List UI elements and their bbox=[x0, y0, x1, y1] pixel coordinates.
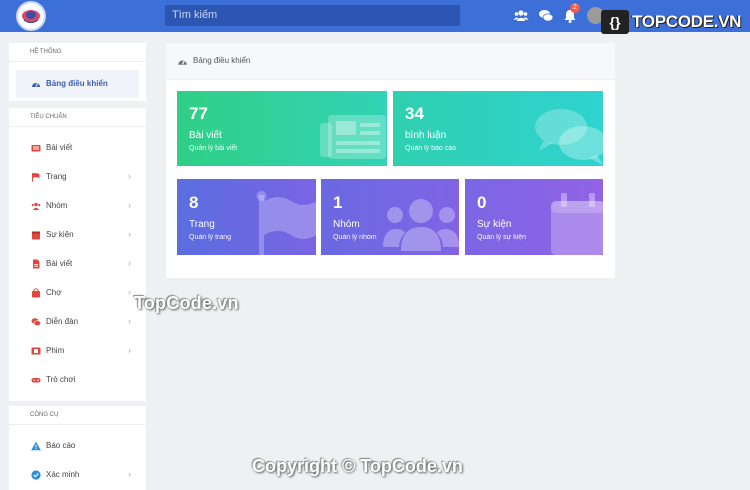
topcode-brand-logo: {} TOPCODE.VN bbox=[601, 10, 741, 34]
stat-sub-link[interactable]: Quản lý sự kiện bbox=[477, 234, 526, 241]
sidebar-item-label: Chợ bbox=[46, 288, 62, 297]
sidebar-item-label: Báo cáo bbox=[46, 441, 76, 450]
chevron-right-icon: › bbox=[128, 345, 131, 355]
sidebar-section-title: HỆ THỐNG bbox=[9, 43, 146, 62]
calendar-icon bbox=[551, 193, 603, 255]
sidebar-item-movies[interactable]: Phim › bbox=[9, 337, 146, 365]
brand-text: TOPCODE.VN bbox=[632, 12, 742, 31]
chevron-right-icon: › bbox=[128, 200, 131, 210]
copyright-watermark: Copyright © TopCode.vn bbox=[252, 456, 463, 476]
sidebar-item-label: Bài viết bbox=[46, 259, 73, 268]
stat-number: 0 bbox=[477, 193, 487, 212]
users-icon[interactable] bbox=[513, 8, 529, 24]
check-circle-icon bbox=[31, 470, 41, 480]
flag-icon bbox=[32, 173, 40, 182]
stat-sub-link[interactable]: Quản lý nhóm bbox=[333, 234, 377, 241]
search-input[interactable] bbox=[165, 5, 460, 26]
stat-label: Bài viết bbox=[189, 130, 222, 141]
users-icon bbox=[383, 199, 459, 251]
newspaper-icon bbox=[320, 115, 386, 159]
warning-icon bbox=[31, 441, 41, 451]
sidebar-item-groups[interactable]: Nhóm › bbox=[9, 192, 146, 220]
stat-sub-link[interactable]: Quản lý bài viết bbox=[189, 145, 237, 152]
stat-label: Trang bbox=[189, 219, 215, 230]
sidebar-item-articles[interactable]: Bài viết › bbox=[9, 250, 146, 278]
users-icon bbox=[31, 202, 41, 210]
chevron-right-icon: › bbox=[128, 316, 131, 326]
comments-icon bbox=[535, 109, 603, 165]
sidebar-item-label: Bài viết bbox=[46, 143, 73, 152]
notification-badge: 2 bbox=[570, 3, 580, 13]
gamepad-icon bbox=[31, 378, 41, 383]
calendar-icon bbox=[32, 231, 40, 240]
sidebar-item-forums[interactable]: Diễn đàn › bbox=[9, 308, 146, 336]
stat-card-groups[interactable]: 1 Nhóm Quản lý nhóm bbox=[321, 179, 459, 255]
stat-card-posts[interactable]: 77 Bài viết Quản lý bài viết bbox=[177, 91, 387, 166]
stat-sub-link[interactable]: Quản lý báo cáo bbox=[405, 145, 456, 152]
flag-icon bbox=[256, 191, 316, 255]
stat-card-events[interactable]: 0 Sự kiện Quản lý sự kiện bbox=[465, 179, 603, 255]
sidebar-section-title: TIÊU CHUẨN bbox=[9, 108, 146, 127]
watermark-text: TopCode.vn bbox=[134, 293, 239, 313]
sidebar-item-pages[interactable]: Trang › bbox=[9, 163, 146, 191]
stat-number: 1 bbox=[333, 193, 343, 212]
sidebar-section-standard: TIÊU CHUẨN Bài viết Trang › Nhóm › Sự ki… bbox=[9, 108, 146, 401]
stat-number: 77 bbox=[189, 104, 208, 123]
sidebar-item-label: Phim bbox=[46, 346, 65, 355]
chevron-right-icon: › bbox=[128, 287, 131, 297]
stat-number: 34 bbox=[405, 104, 424, 123]
chevron-right-icon: › bbox=[128, 258, 131, 268]
sidebar-item-label: Nhóm bbox=[46, 201, 68, 210]
file-icon bbox=[33, 259, 40, 269]
stat-label: bình luận bbox=[405, 130, 447, 141]
dashboard-icon bbox=[32, 82, 40, 87]
newspaper-icon bbox=[31, 145, 41, 152]
sidebar-item-verification[interactable]: Xác minh › bbox=[9, 461, 146, 489]
sidebar-item-label: Trò chơi bbox=[46, 375, 76, 384]
sidebar-section-title: CÔNG CỤ bbox=[9, 406, 146, 425]
sidebar-section-system: HỆ THỐNG Bảng điều khiển bbox=[9, 43, 146, 101]
stat-number: 8 bbox=[189, 193, 199, 212]
shopping-bag-icon bbox=[32, 288, 40, 298]
stat-sub-link[interactable]: Quản lý trang bbox=[189, 234, 231, 241]
chevron-right-icon: › bbox=[128, 229, 131, 239]
chevron-right-icon: › bbox=[128, 469, 131, 479]
comments-icon bbox=[31, 318, 41, 326]
sidebar-item-games[interactable]: Trò chơi bbox=[9, 366, 146, 394]
sidebar-item-market[interactable]: Chợ › bbox=[9, 279, 146, 307]
stat-label: Nhóm bbox=[333, 219, 360, 230]
sidebar-item-label: Bảng điều khiển bbox=[46, 79, 108, 88]
sidebar-item-label: Trang bbox=[46, 172, 67, 181]
sidebar-item-label: Sự kiện bbox=[46, 230, 74, 239]
dashboard-icon bbox=[178, 59, 187, 65]
site-logo[interactable] bbox=[16, 1, 46, 31]
sidebar-item-reports[interactable]: Báo cáo bbox=[9, 432, 146, 460]
stat-card-comments[interactable]: 34 bình luận Quản lý báo cáo bbox=[393, 91, 603, 166]
stat-label: Sự kiện bbox=[477, 219, 512, 230]
panel-header: Bảng điều khiển bbox=[166, 43, 615, 80]
sidebar-section-tools: CÔNG CỤ Báo cáo Xác minh › bbox=[9, 406, 146, 490]
stat-card-pages[interactable]: 8 Trang Quản lý trang bbox=[177, 179, 316, 255]
film-icon bbox=[31, 347, 41, 355]
chevron-right-icon: › bbox=[128, 171, 131, 181]
brand-mark: {} bbox=[601, 10, 629, 34]
sidebar-item-events[interactable]: Sự kiện › bbox=[9, 221, 146, 249]
sidebar-item-label: Diễn đàn bbox=[46, 317, 79, 326]
page-title: Bảng điều khiển bbox=[193, 56, 251, 65]
sidebar-item-label: Xác minh bbox=[46, 470, 80, 479]
sidebar-item-posts[interactable]: Bài viết bbox=[9, 134, 146, 162]
sidebar-item-dashboard[interactable]: Bảng điều khiển bbox=[16, 70, 139, 98]
comments-icon[interactable] bbox=[538, 8, 554, 24]
